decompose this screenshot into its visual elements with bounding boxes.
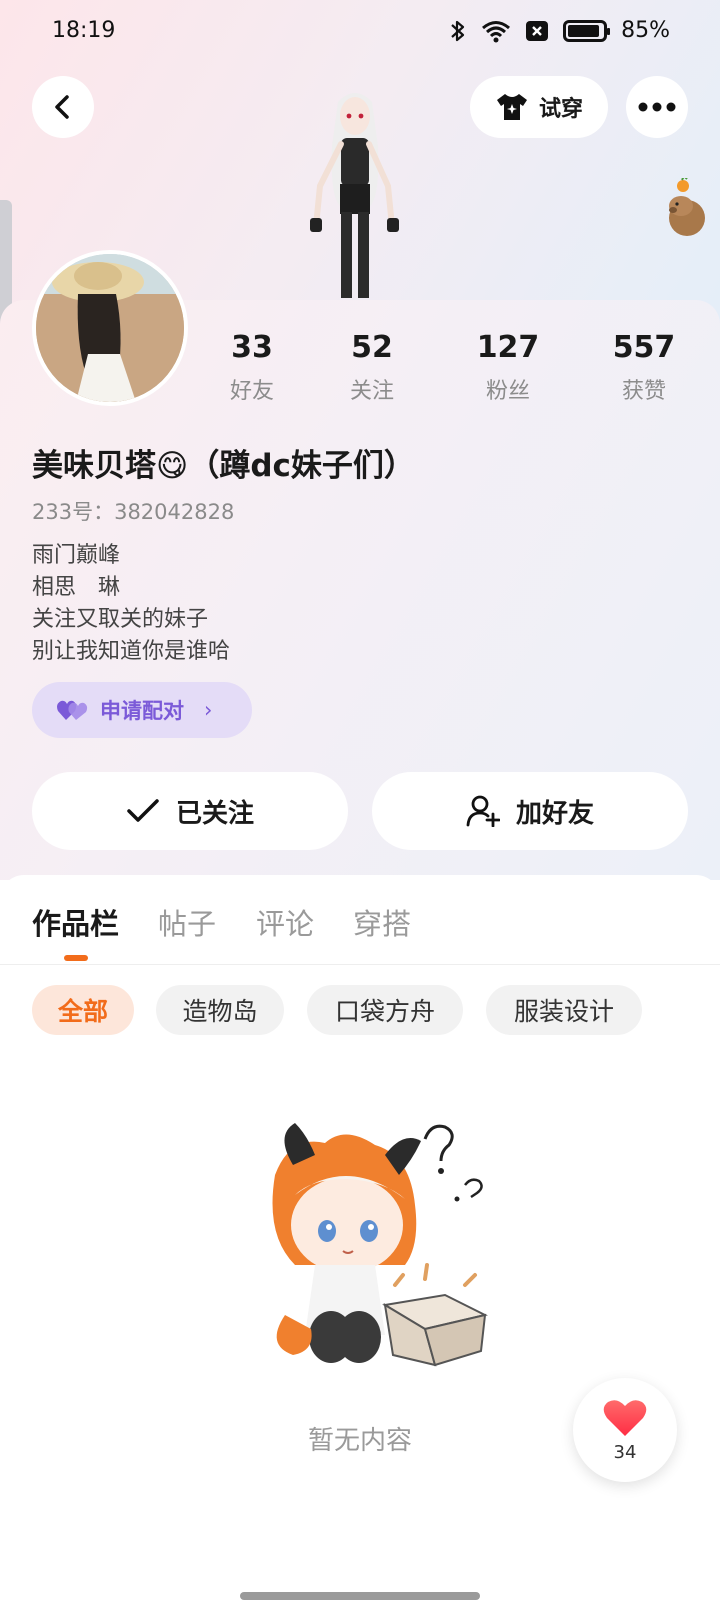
tab-outfits[interactable]: 穿搭 xyxy=(353,901,411,943)
avatar-3d-character[interactable] xyxy=(300,86,410,298)
capybara-sticker[interactable] xyxy=(665,178,709,238)
try-on-label: 试穿 xyxy=(538,97,583,122)
tab-indicator xyxy=(64,955,88,961)
home-indicator[interactable] xyxy=(240,1592,480,1600)
followed-button[interactable]: 已关注 xyxy=(32,772,348,850)
stat-value: 127 xyxy=(476,330,540,365)
add-friend-button[interactable]: 加好友 xyxy=(372,772,688,850)
stat-value: 33 xyxy=(231,330,273,365)
add-user-icon xyxy=(466,795,500,827)
stat-followers[interactable]: 127 粉丝 xyxy=(453,330,563,405)
bluetooth-icon xyxy=(451,20,465,41)
chevron-right-icon: › xyxy=(204,698,213,722)
hearts-icon xyxy=(57,700,88,720)
add-friend-label: 加好友 xyxy=(515,798,594,829)
stat-following[interactable]: 52 关注 xyxy=(317,330,427,405)
back-button[interactable] xyxy=(32,76,94,138)
battery-icon xyxy=(563,19,611,42)
bio: 雨门巅峰 相思 琳 关注又取关的妹子 别让我知道你是谁哈 xyxy=(32,540,230,668)
no-sim-icon xyxy=(526,20,549,41)
stat-friends[interactable]: 33 好友 xyxy=(197,330,307,405)
tab-posts[interactable]: 帖子 xyxy=(158,901,216,943)
filter-pocket-ark[interactable]: 口袋方舟 xyxy=(307,985,463,1035)
tshirt-icon xyxy=(496,94,527,120)
bio-line: 关注又取关的妹子 xyxy=(32,607,209,632)
filter-clothing-design[interactable]: 服装设计 xyxy=(486,985,642,1035)
stat-label: 获赞 xyxy=(621,379,666,404)
back-icon xyxy=(55,95,69,119)
wifi-icon xyxy=(482,20,511,42)
followed-label: 已关注 xyxy=(175,798,254,829)
heart-icon xyxy=(603,1399,647,1436)
battery-percent: 85% xyxy=(621,18,670,43)
bio-line: 别让我知道你是谁哈 xyxy=(32,639,231,664)
status-icons: 85% xyxy=(449,18,670,43)
empty-state-illustration xyxy=(272,1123,488,1367)
check-icon xyxy=(127,799,159,822)
filter-all[interactable]: 全部 xyxy=(32,985,134,1035)
stat-value: 557 xyxy=(612,330,676,365)
user-id[interactable]: 233号：382042828 xyxy=(32,496,234,526)
status-bar: 18:19 85% xyxy=(0,0,720,66)
like-count: 34 xyxy=(613,1441,637,1463)
stat-label: 好友 xyxy=(229,379,274,404)
stat-label: 关注 xyxy=(349,379,394,404)
tab-works[interactable]: 作品栏 xyxy=(32,901,119,943)
stat-label: 粉丝 xyxy=(485,379,530,404)
content-tabs: 作品栏 帖子 评论 穿搭 xyxy=(0,875,720,965)
bio-line: 雨门巅峰 xyxy=(32,543,121,568)
like-button[interactable]: 34 xyxy=(573,1378,677,1482)
bio-line: 相思 琳 xyxy=(32,575,121,600)
pair-request-button[interactable]: 申请配对 › xyxy=(32,682,252,738)
status-time: 18:19 xyxy=(52,18,116,43)
stat-likes[interactable]: 557 获赞 xyxy=(589,330,699,405)
nickname: 美味贝塔😋（蹲dc妹子们） xyxy=(32,448,415,484)
more-button[interactable] xyxy=(626,76,688,138)
pair-request-label: 申请配对 xyxy=(100,699,184,723)
content-section: 作品栏 帖子 评论 穿搭 全部 造物岛 口袋方舟 服装设计 暂无内容 xyxy=(0,875,720,1612)
more-icon xyxy=(638,102,676,112)
filter-creation-island[interactable]: 造物岛 xyxy=(156,985,284,1035)
stat-value: 52 xyxy=(351,330,393,365)
try-on-button[interactable]: 试穿 xyxy=(470,76,608,138)
profile-stats: 33 好友 52 关注 127 粉丝 557 获赞 xyxy=(0,330,720,410)
tab-comments[interactable]: 评论 xyxy=(256,901,314,943)
